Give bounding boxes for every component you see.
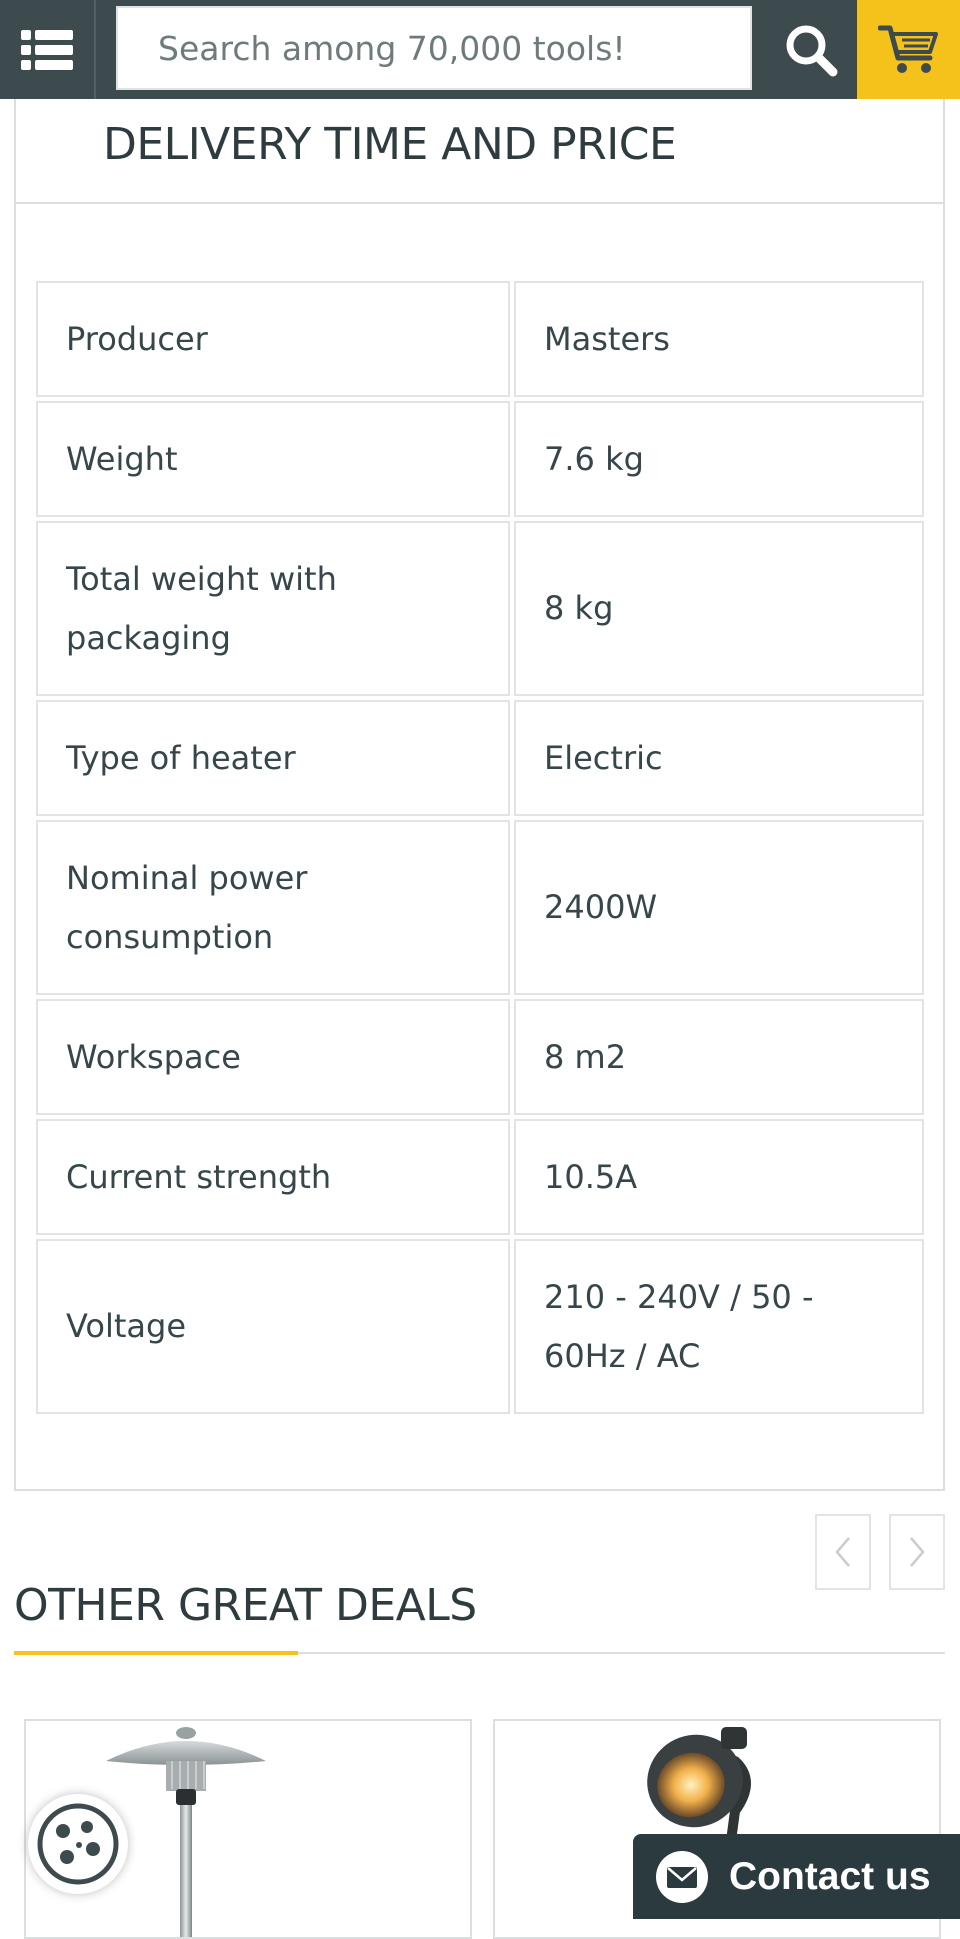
spec-value: Electric bbox=[514, 700, 924, 816]
spec-value: Masters bbox=[514, 281, 924, 397]
spec-row: Producer Masters bbox=[36, 281, 924, 397]
spec-label: Type of heater bbox=[36, 700, 510, 816]
spec-value: 7.6 kg bbox=[514, 401, 924, 517]
spec-label: Current strength bbox=[36, 1119, 510, 1235]
search-placeholder: Search among 70,000 tools! bbox=[158, 28, 626, 68]
cookie-icon bbox=[37, 1803, 119, 1885]
spec-value: 8 m2 bbox=[514, 999, 924, 1115]
spec-label: Nominal power consumption bbox=[36, 820, 510, 995]
spec-value: 2400W bbox=[514, 820, 924, 995]
spec-value: 210 - 240V / 50 - 60Hz / AC bbox=[514, 1239, 924, 1414]
spec-label: Workspace bbox=[36, 999, 510, 1115]
contact-us-button[interactable]: Contact us bbox=[633, 1834, 960, 1919]
spec-value: 10.5A bbox=[514, 1119, 924, 1235]
specs-table: Producer Masters Weight 7.6 kg Total weight … bbox=[32, 277, 928, 1418]
search-input[interactable]: Search among 70,000 tools! bbox=[116, 6, 752, 90]
deals-title: OTHER GREAT DEALS bbox=[14, 1580, 477, 1631]
spec-value: 8 kg bbox=[514, 521, 924, 696]
contact-us-label: Contact us bbox=[729, 1854, 931, 1898]
deals-prev-button[interactable] bbox=[815, 1514, 871, 1590]
search-button[interactable] bbox=[766, 0, 856, 99]
envelope-icon bbox=[656, 1850, 708, 1903]
deals-next-button[interactable] bbox=[889, 1514, 945, 1590]
cookie-settings-button[interactable] bbox=[28, 1794, 128, 1894]
chevron-left-icon bbox=[835, 1537, 850, 1567]
spec-label: Weight bbox=[36, 401, 510, 517]
top-bar: Search among 70,000 tools! bbox=[0, 0, 960, 99]
spec-label: Total weight with packaging bbox=[36, 521, 510, 696]
cart-button[interactable] bbox=[857, 0, 960, 99]
search-icon bbox=[786, 25, 838, 76]
spec-row: Weight 7.6 kg bbox=[36, 401, 924, 517]
specs-panel: DELIVERY TIME AND PRICE Producer Masters W… bbox=[14, 99, 945, 1491]
chevron-right-icon bbox=[910, 1537, 925, 1567]
spec-label: Voltage bbox=[36, 1239, 510, 1414]
spec-row: Type of heater Electric bbox=[36, 700, 924, 816]
spec-row: Current strength 10.5A bbox=[36, 1119, 924, 1235]
menu-button[interactable] bbox=[0, 0, 96, 99]
list-menu-icon bbox=[21, 29, 73, 70]
spec-row: Voltage 210 - 240V / 50 - 60Hz / AC bbox=[36, 1239, 924, 1414]
spec-row: Nominal power consumption 2400W bbox=[36, 820, 924, 995]
spec-row: Total weight with packaging 8 kg bbox=[36, 521, 924, 696]
spec-row: Workspace 8 m2 bbox=[36, 999, 924, 1115]
specs-title: DELIVERY TIME AND PRICE bbox=[16, 99, 943, 204]
spec-label: Producer bbox=[36, 281, 510, 397]
cart-icon bbox=[877, 25, 938, 73]
deals-accent-line bbox=[14, 1651, 298, 1655]
